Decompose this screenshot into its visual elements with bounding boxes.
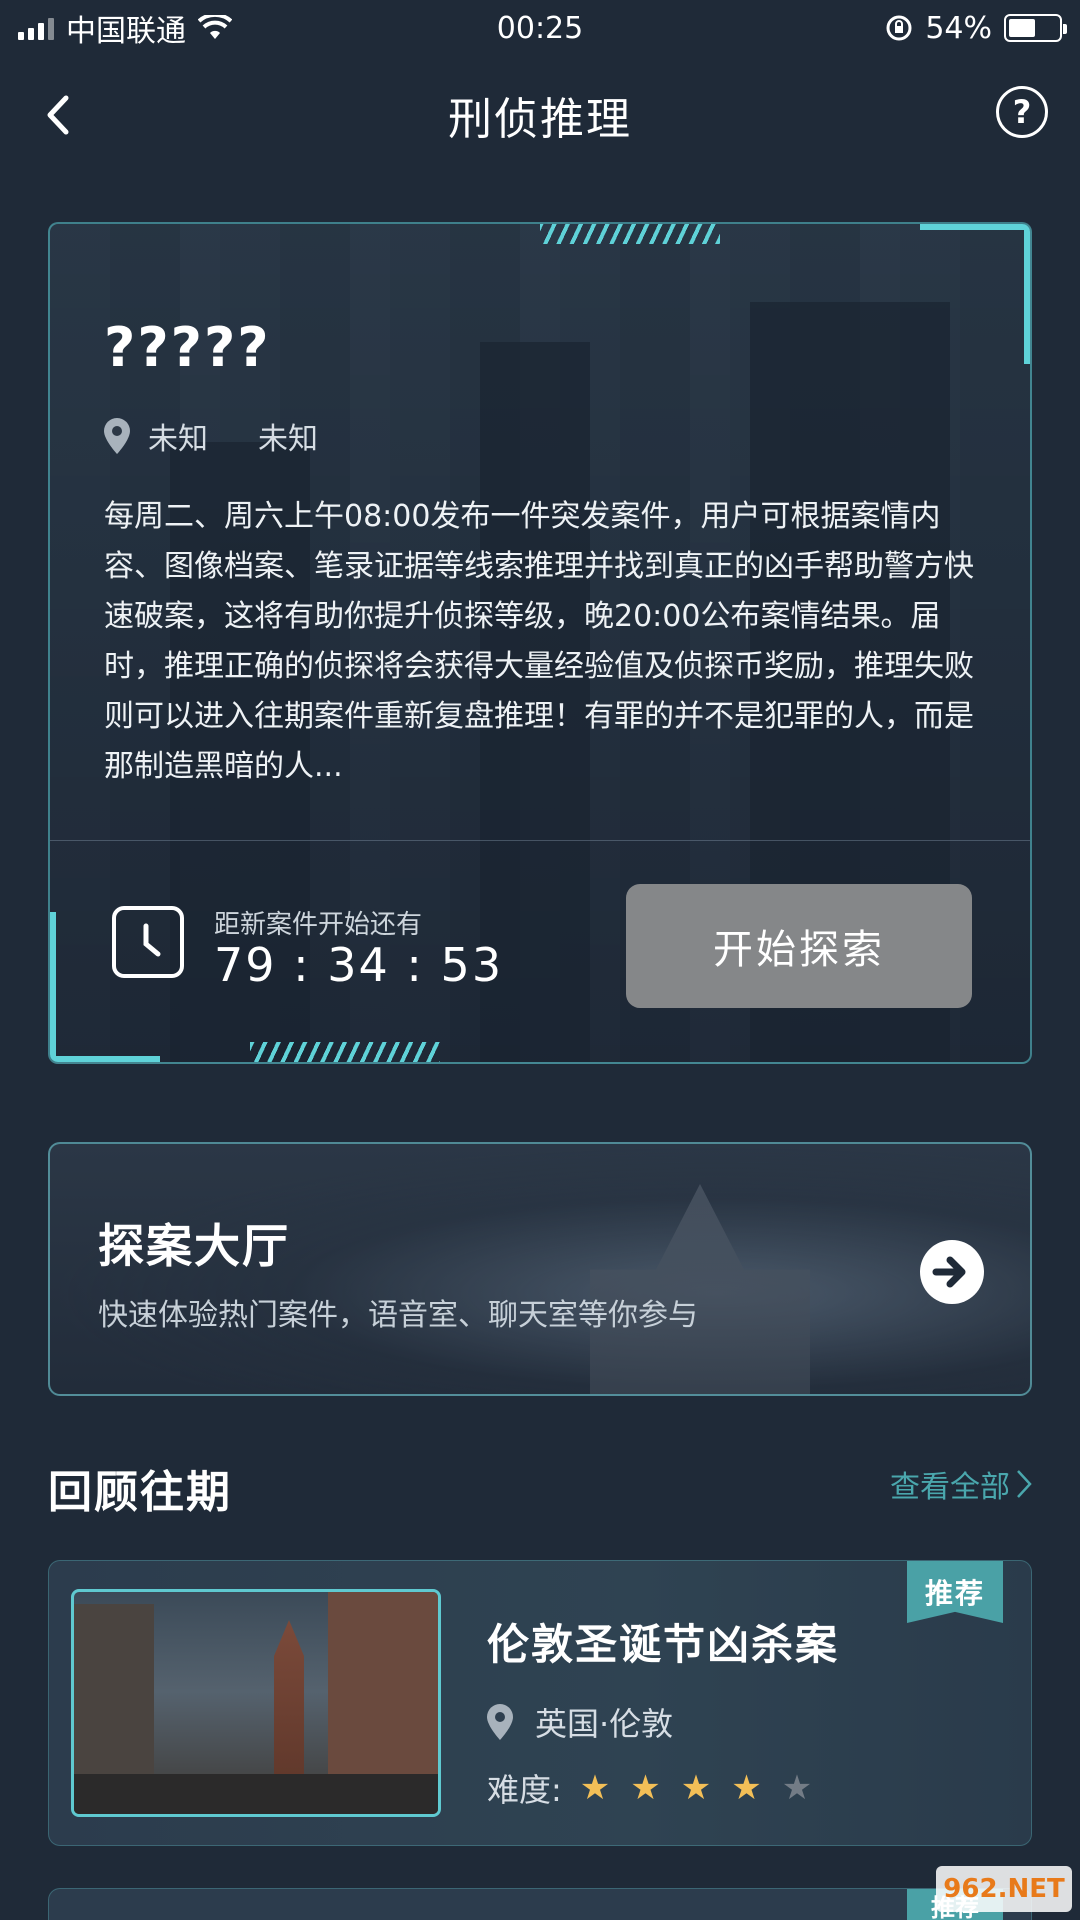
status-left: 中国联通 [18, 6, 232, 50]
star-rating: ★ ★ ★ ★ ★ [580, 1768, 812, 1808]
current-case-card: ????? 未知 未知 每周二、周六上午08:00发布一件突发案件，用户可根据案… [48, 222, 1032, 1064]
star-filled-icon: ★ [630, 1768, 661, 1808]
case-location-country: 未知 [148, 422, 208, 457]
corner-accent [1024, 224, 1030, 364]
case-description: 每周二、周六上午08:00发布一件突发案件，用户可根据案情内容、图像档案、笔录证… [104, 499, 974, 784]
section-title-past: 回顾往期 [48, 1467, 232, 1518]
star-filled-icon: ★ [680, 1768, 712, 1808]
difficulty-rating: 难度: ★ ★ ★ ★ ★ [487, 1765, 812, 1811]
corner-accent [920, 224, 1030, 230]
carrier-label: 中国联通 [66, 14, 186, 49]
signal-icon [18, 16, 54, 40]
past-case-title: 伦敦圣诞节凶杀案 [487, 1620, 840, 1669]
hall-subtitle: 快速体验热门案件，语音室、聊天室等你参与 [98, 1298, 698, 1333]
countdown-timer: 79 : 34 : 53 [214, 938, 504, 992]
wifi-icon [198, 15, 232, 39]
case-location-city: 未知 [258, 422, 318, 457]
location-pin-icon [487, 1704, 513, 1740]
help-button[interactable]: ? [996, 86, 1048, 138]
star-filled-icon: ★ [731, 1768, 762, 1808]
battery-icon [1004, 14, 1067, 42]
back-button[interactable] [30, 88, 84, 142]
arrow-right-icon[interactable] [920, 1240, 984, 1304]
chevron-right-icon [1017, 1470, 1032, 1498]
status-right: 54% [885, 10, 1067, 46]
star-empty-icon: ★ [781, 1768, 813, 1808]
view-all-label: 查看全部 [890, 1470, 1010, 1505]
hall-title: 探案大厅 [98, 1219, 290, 1273]
difficulty-label: 难度: [487, 1771, 562, 1809]
case-location: 未知 未知 [104, 414, 318, 458]
rotation-lock-icon [886, 15, 912, 41]
star-filled-icon: ★ [579, 1768, 611, 1808]
nav-bar: 刑侦推理 ? [0, 60, 1080, 170]
battery-level [1009, 19, 1035, 37]
detective-hall-card[interactable]: 探案大厅 快速体验热门案件，语音室、聊天室等你参与 [48, 1142, 1032, 1396]
recommend-badge: 推荐 [907, 1561, 1003, 1623]
chevron-left-icon [47, 95, 69, 135]
corner-accent [50, 912, 56, 1062]
deco-stripes-top [540, 224, 720, 244]
location-pin-icon [104, 418, 130, 454]
card-divider [50, 840, 1030, 841]
past-case-item[interactable]: 推荐 伦敦圣诞节凶杀案 英国·伦敦 难度: ★ ★ ★ ★ ★ [48, 1560, 1032, 1846]
page-title: 刑侦推理 [448, 94, 632, 145]
case-title: ????? [104, 316, 271, 379]
clock-icon [112, 906, 184, 978]
battery-percent: 54% [925, 10, 992, 46]
case-thumbnail [71, 1589, 441, 1817]
corner-accent [50, 1056, 160, 1062]
site-watermark-logo: 962.NET [936, 1866, 1072, 1912]
status-bar: 中国联通 00:25 54% [0, 0, 1080, 56]
past-case-item[interactable]: 推荐 [48, 1888, 1032, 1920]
countdown-label: 距新案件开始还有 [214, 910, 423, 940]
view-all-link[interactable]: 查看全部 [890, 1462, 1032, 1506]
past-case-location: 英国·伦敦 [487, 1699, 673, 1745]
deco-stripes-bottom [250, 1042, 440, 1062]
past-case-location-text: 英国·伦敦 [535, 1705, 674, 1743]
start-explore-button[interactable]: 开始探索 [626, 884, 972, 1008]
